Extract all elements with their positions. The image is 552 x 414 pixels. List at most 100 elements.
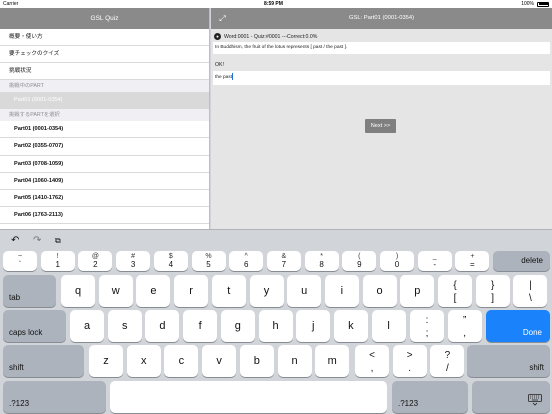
number-key-1[interactable]: ! 1 [40,251,75,271]
key-s[interactable]: s [107,310,142,342]
number-key-5[interactable]: % 5 [191,251,226,271]
part-item-03[interactable]: Part03 (0708-1059) [0,156,209,173]
menu-item-check-quizzes[interactable]: 要チェックのクイズ [0,46,209,63]
number-key-0[interactable]: ~ ` [3,251,37,271]
shift-key-right[interactable]: shift [467,345,550,377]
number-key-12[interactable]: + = [455,251,490,271]
symbol-key-row1-0[interactable]: {[ [438,275,472,307]
section-header-select: 挑戦するPARTを選択 [0,109,209,122]
detail-header: ⤢ GSL: Part01 (0001-0354) [211,8,552,29]
symbol-key-row1-2[interactable]: | \ [513,275,548,307]
key-label: k [348,320,354,332]
menu-item-overview[interactable]: 概要・使い方 [0,29,209,46]
key-j[interactable]: j [296,310,331,342]
symbol-key-row3-2[interactable]: ? / [430,345,465,377]
key-m[interactable]: m [315,345,350,377]
quiz-info-text: Word:0001 - Quiz:#0001 ---Correct:0.0% [224,34,318,40]
quiz-info: ● Word:0001 - Quiz:#0001 ---Correct:0.0% [214,33,317,41]
current-part-item[interactable]: Part01 (0001-0354) [0,92,209,110]
delete-key[interactable]: delete [493,251,550,271]
next-button[interactable]: Next >> [365,119,396,133]
caps-lock-key[interactable]: caps lock [3,310,66,342]
key-label: 2 [93,260,98,269]
number-key-10[interactable]: ) 0 [380,251,414,271]
answer-field[interactable]: the past [213,71,550,85]
key-n[interactable]: n [277,345,312,377]
undo-icon[interactable]: ↶ [11,235,19,247]
key-label: , [463,328,467,339]
key-b[interactable]: b [239,345,274,377]
paste-icon[interactable]: ⧉ [55,235,61,247]
key-label: w [111,285,120,297]
part-item-05[interactable]: Part05 (1410-1762) [0,190,209,208]
key-i[interactable]: i [324,275,359,307]
symbol-key-row1-1[interactable]: }] [475,275,510,307]
numbers-key-left[interactable]: .?123 [3,381,106,413]
number-key-2[interactable]: @2 [78,251,113,271]
number-key-6[interactable]: ^ 6 [229,251,264,271]
master-title: GSL Quiz [0,8,209,29]
symbol-key-row2-0[interactable]: :; [410,310,444,342]
key-g[interactable]: g [220,310,255,342]
key-label: h [272,320,279,332]
numbers-key-right[interactable]: .?123 [392,381,468,413]
key-o[interactable]: o [362,275,397,307]
key-label: 0 [394,260,400,269]
numbers-label: .?123 [398,399,419,408]
key-q[interactable]: q [61,275,95,307]
menu-item-status[interactable]: 挑戦状況 [0,63,209,80]
keyboard-dismiss-key[interactable] [472,381,550,413]
key-label: b [253,355,260,367]
number-key-3[interactable]: #3 [116,251,151,271]
part-item-02[interactable]: Part02 (0355-0707) [0,138,209,156]
key-u[interactable]: u [287,275,322,307]
key-r[interactable]: r [174,275,209,307]
key-c[interactable]: c [164,345,199,377]
text-caret [232,73,233,81]
key-label: x [140,355,147,367]
number-key-9[interactable]: (9 [342,251,377,271]
expand-icon[interactable]: ⤢ [218,14,227,23]
key-label: r [189,285,193,297]
key-z[interactable]: z [89,345,123,377]
shift-key-left[interactable]: shift [3,345,84,377]
number-key-7[interactable]: & 7 [266,251,301,271]
key-x[interactable]: x [126,345,161,377]
key-shift-label: > [406,350,413,361]
part-item-06[interactable]: Part06 (1763-2113) [0,207,209,225]
key-t[interactable]: t [211,275,246,307]
key-a[interactable]: a [70,310,104,342]
redo-icon[interactable]: ↷ [33,235,41,247]
key-label: y [263,285,270,297]
key-y[interactable]: y [249,275,284,307]
space-key[interactable] [110,381,387,413]
caps-lock-label: caps lock [9,328,43,337]
part-item-04[interactable]: Part04 (1060-1409) [0,173,209,190]
symbol-key-row2-1[interactable]: ”, [447,310,482,342]
key-label: t [227,285,231,297]
key-label: . [408,363,412,374]
part-item-01[interactable]: Part01 (0001-0354) [0,121,209,139]
symbol-key-row3-1[interactable]: >. [392,345,427,377]
key-w[interactable]: w [98,275,133,307]
section-header-current: 挑戦中のPART [0,80,209,92]
shift-label: shift [529,363,544,372]
key-p[interactable]: p [400,275,435,307]
number-key-11[interactable]: _ - [417,251,452,271]
key-k[interactable]: k [333,310,368,342]
key-label: / [446,363,449,374]
question-text: In Buddhism, the fruit of the lotus repr… [213,42,550,54]
tab-key[interactable]: tab [3,275,56,307]
number-key-8[interactable]: * 8 [304,251,339,271]
key-l[interactable]: l [371,310,406,342]
symbol-key-row3-0[interactable]: <, [355,345,389,377]
pin-icon[interactable]: ● [214,33,221,41]
key-v[interactable]: v [202,345,237,377]
done-key[interactable]: Done [486,310,550,342]
key-f[interactable]: f [183,310,218,342]
number-key-4[interactable]: $4 [153,251,188,271]
key-d[interactable]: d [145,310,180,342]
carrier-label: Carrier [3,1,19,7]
key-e[interactable]: e [136,275,171,307]
key-h[interactable]: h [258,310,293,342]
